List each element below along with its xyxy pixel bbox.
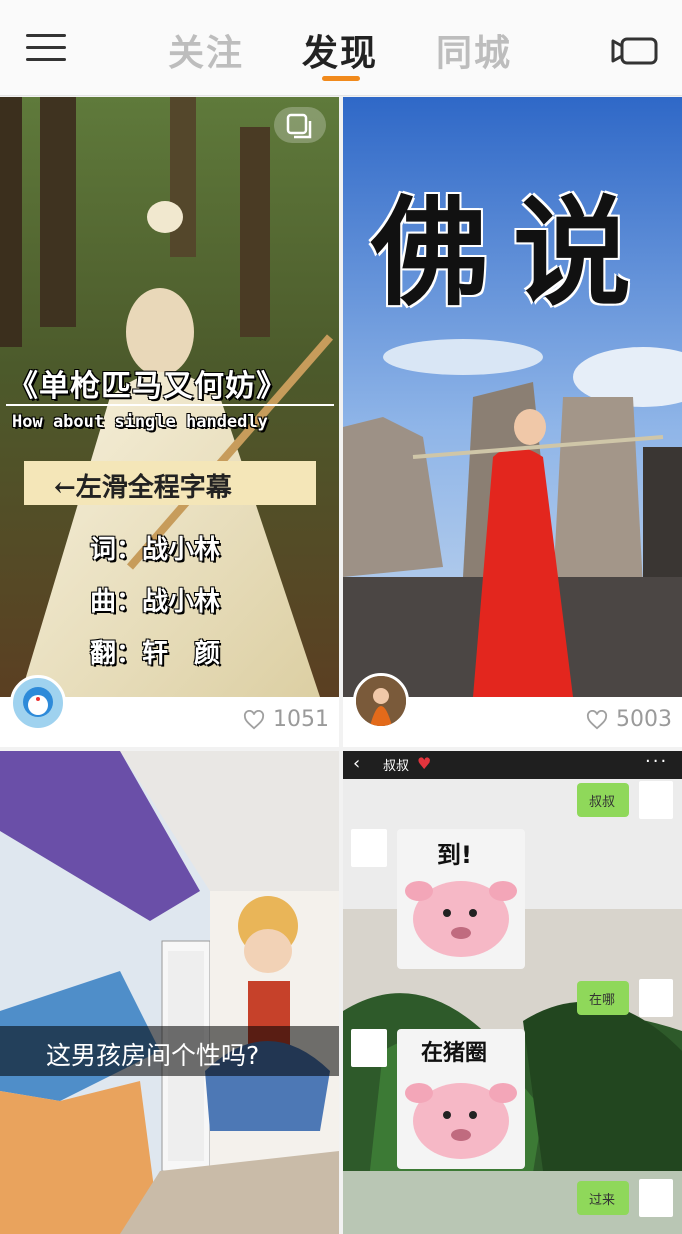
like-count-value: 1051: [273, 707, 329, 732]
chat-message-text: 过来: [589, 1193, 616, 1208]
receiver-avatar: [351, 1029, 387, 1067]
active-tab-indicator: [322, 76, 360, 81]
feed-card-2[interactable]: 佛说 5003: [343, 97, 682, 747]
feed-card-4[interactable]: ‹ 叔叔 ♥ ··· 叔叔 到! 在哪 在猪圈 过来: [343, 751, 682, 1234]
chat-bubble-right: 在哪: [577, 981, 629, 1015]
sender-avatar: [639, 1179, 673, 1217]
like-count[interactable]: 5003: [586, 707, 672, 732]
author-avatar[interactable]: [353, 673, 409, 729]
lyrics-credit: 词：战小林: [90, 535, 221, 565]
chat-bubble-right: 叔叔: [577, 783, 629, 817]
heart-outline-icon: [586, 709, 608, 729]
heart-outline-icon: [243, 709, 265, 729]
heart-icon: ♥: [417, 754, 432, 773]
chat-message-text: 叔叔: [589, 795, 616, 810]
tab-discover[interactable]: 发现: [302, 24, 378, 76]
menu-icon[interactable]: [26, 32, 68, 66]
pig-sticker: 到!: [397, 829, 525, 969]
title-divider: [6, 404, 334, 406]
top-bar: 关注 发现 同城: [0, 0, 682, 96]
chat-contact-name: 叔叔: [383, 759, 410, 774]
cover-credit: 翻：轩 颜: [90, 639, 221, 669]
feed-card-1[interactable]: 《单枪匹马又何妨》 How about single handedly ←左滑全…: [0, 97, 339, 747]
like-count-value: 5003: [616, 707, 672, 732]
video-thumbnail: [0, 751, 339, 1234]
video-subtitle-overlay: How about single handedly: [12, 412, 268, 432]
music-credit: 曲：战小林: [90, 587, 221, 617]
chat-bubble-right: 过来: [577, 1181, 629, 1215]
tab-following[interactable]: 关注: [168, 24, 244, 76]
author-avatar[interactable]: [10, 675, 66, 731]
chat-message-text: 在哪: [589, 993, 616, 1008]
sender-avatar: [639, 781, 673, 819]
video-camera-icon[interactable]: [610, 36, 660, 66]
receiver-avatar: [351, 829, 387, 867]
swipe-hint-banner: ←左滑全程字幕: [24, 461, 316, 505]
pig-sticker: 在猪圈: [397, 1029, 525, 1169]
chat-back-icon[interactable]: ‹: [353, 753, 360, 774]
feed-card-3[interactable]: 这男孩房间个性吗?: [0, 751, 339, 1234]
like-count[interactable]: 1051: [243, 707, 329, 732]
video-caption-banner: 这男孩房间个性吗?: [0, 1026, 339, 1076]
calligraphy-title: 佛说: [371, 183, 656, 322]
swipe-hint-text: ←左滑全程字幕: [54, 473, 232, 503]
sender-avatar: [639, 979, 673, 1017]
multi-image-icon: [274, 107, 326, 143]
tab-local[interactable]: 同城: [436, 24, 512, 76]
video-caption-text: 这男孩房间个性吗?: [46, 1041, 260, 1070]
video-title-overlay: 《单枪匹马又何妨》: [8, 369, 287, 404]
more-icon[interactable]: ···: [645, 751, 668, 772]
